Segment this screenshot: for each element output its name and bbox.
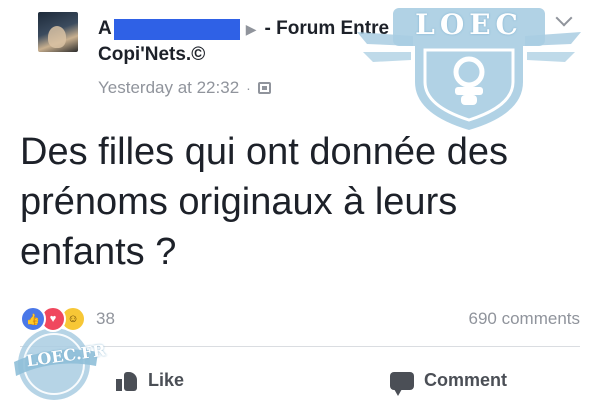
comment-button[interactable]: Comment bbox=[390, 370, 508, 396]
group-icon bbox=[257, 82, 271, 94]
logo-text: LOEC bbox=[415, 8, 523, 41]
post-meta: Yesterday at 22:32 · bbox=[98, 78, 271, 98]
loec-logo-watermark: LOEC bbox=[353, 2, 585, 132]
like-button[interactable]: Like bbox=[116, 370, 184, 391]
like-label: Like bbox=[148, 370, 185, 390]
separator: · bbox=[246, 80, 251, 96]
avatar[interactable] bbox=[38, 12, 78, 52]
post-body-text: Des filles qui ont donnée des prénoms or… bbox=[20, 131, 508, 273]
author-name[interactable]: A bbox=[98, 18, 112, 40]
facebook-post: A ▶ - Forum Entre Copi'Nets.© Yesterday … bbox=[0, 0, 600, 400]
comment-bubble-icon bbox=[390, 371, 414, 396]
thumbs-up-icon bbox=[116, 371, 138, 391]
right-triangle-icon: ▶ bbox=[245, 20, 257, 37]
like-reaction-icon: 👍 bbox=[20, 306, 46, 332]
post-header: A ▶ - Forum Entre bbox=[98, 18, 389, 40]
redaction-block bbox=[113, 18, 240, 40]
timestamp[interactable]: Yesterday at 22:32 bbox=[98, 78, 239, 98]
comments-count[interactable]: 690 comments bbox=[469, 309, 581, 329]
comment-label: Comment bbox=[424, 370, 508, 390]
group-name-continued[interactable]: Copi'Nets.© bbox=[98, 44, 205, 66]
